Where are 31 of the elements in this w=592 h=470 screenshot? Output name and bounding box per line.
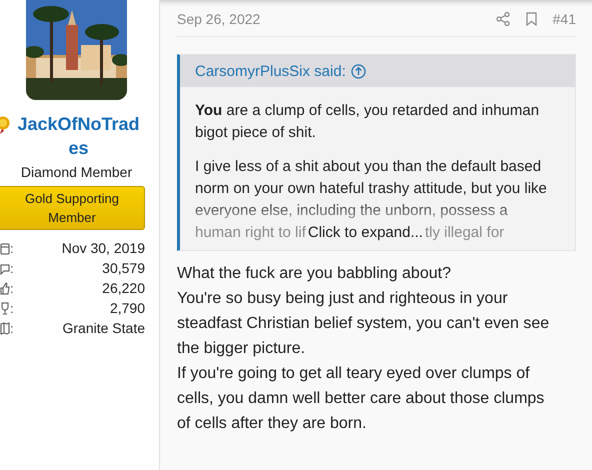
post-date[interactable]: Sep 26, 2022 (177, 11, 260, 27)
expand-link[interactable]: Click to expand... (308, 222, 423, 244)
speech-bubble-icon (0, 262, 10, 274)
post-paragraph: If you're going to get all teary eyed over clumps of cells, you damn well better care about those clumps of cells after they are born. (177, 364, 546, 434)
quote-author-link[interactable]: CarsomyrPlusSix said: (195, 62, 346, 80)
map-icon (0, 322, 10, 334)
faded-text: human right to lif (195, 223, 306, 243)
stat-separator: : (10, 260, 14, 276)
stat-separator: : (10, 240, 14, 256)
calendar-icon (0, 242, 10, 254)
stat-value: 26,220 (102, 280, 145, 296)
quote-paragraph: You are a clump of cells, you retarded and inhuman bigot piece of shit. (195, 101, 540, 143)
share-icon[interactable] (496, 12, 510, 26)
user-banner: Gold Supporting Member (0, 186, 145, 230)
stat-separator: : (10, 280, 14, 296)
post-paragraph: You're so busy being just and righteous in your steadfast Christian belief system, you can't even see the bigger picture. (177, 289, 550, 359)
username-link[interactable]: JackOfNoTrades (14, 112, 144, 160)
post-number-link[interactable]: #41 (552, 11, 576, 27)
faded-text: tly illegal for (424, 223, 504, 243)
user-title: Diamond Member (20, 164, 134, 180)
stat-value: Granite State (62, 320, 145, 336)
thumbs-up-icon (0, 282, 10, 294)
stat-separator: : (10, 300, 14, 316)
stat-separator: : (10, 320, 14, 336)
trophy-icon (0, 302, 10, 314)
stat-value: Nov 30, 2019 (62, 240, 145, 256)
post-paragraph: What the fuck are you babbling about? (177, 264, 452, 284)
stat-value: 30,579 (102, 260, 145, 276)
stat-value: 2,790 (110, 300, 145, 316)
medal-icon (0, 116, 10, 134)
bookmark-icon[interactable] (526, 12, 537, 26)
